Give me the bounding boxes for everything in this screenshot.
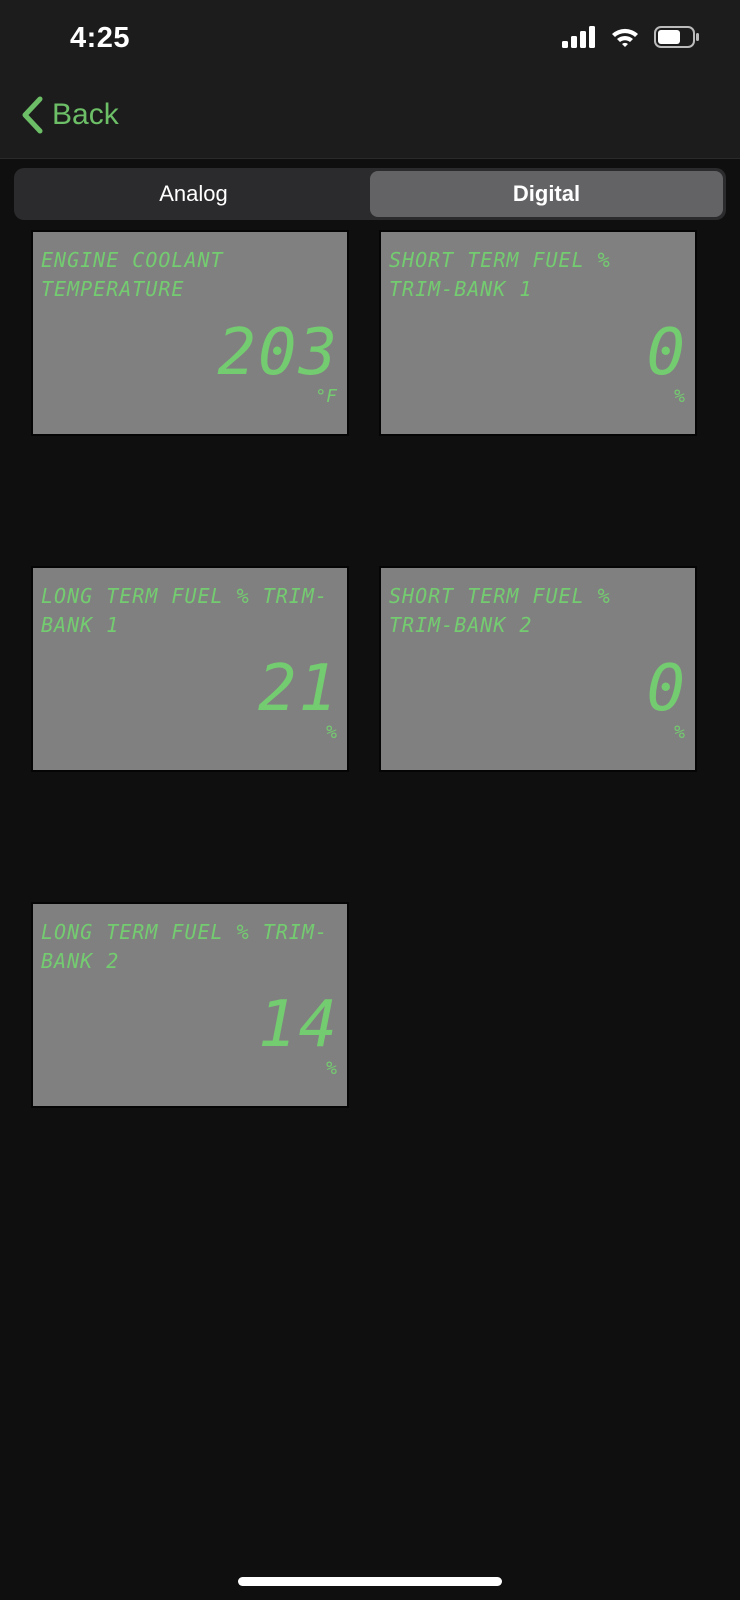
gauge-unit: % <box>674 722 685 743</box>
back-button[interactable]: Back <box>20 96 119 134</box>
gauge-value: 0 <box>646 316 687 390</box>
gauge-unit: % <box>326 722 337 743</box>
gauge-label: SHORT TERM FUEL % TRIM-BANK 2 <box>389 584 611 637</box>
gauge-value: 0 <box>646 652 687 726</box>
gauge-tile-stft-bank1[interactable]: SHORT TERM FUEL % TRIM-BANK 1 0 % <box>379 230 697 436</box>
gauge-label: ENGINE COOLANT TEMPERATURE <box>41 248 224 301</box>
home-indicator[interactable] <box>238 1577 502 1586</box>
gauge-tile-coolant-temp[interactable]: ENGINE COOLANT TEMPERATURE 203 °F <box>31 230 349 436</box>
signal-icon <box>562 26 595 48</box>
wifi-icon <box>612 28 638 47</box>
gauge-unit: °F <box>315 386 337 407</box>
segment-analog[interactable]: Analog <box>17 171 370 217</box>
gauge-tile-ltft-bank1[interactable]: LONG TERM FUEL % TRIM-BANK 1 21 % <box>31 566 349 772</box>
gauge-value: 21 <box>257 652 339 726</box>
gauge-tile-ltft-bank2[interactable]: LONG TERM FUEL % TRIM-BANK 2 14 % <box>31 902 349 1108</box>
gauge-label: LONG TERM FUEL % TRIM-BANK 1 <box>41 584 328 637</box>
view-mode-segmented-control: Analog Digital <box>14 168 726 220</box>
gauge-unit: % <box>326 1058 337 1079</box>
battery-icon <box>654 26 699 48</box>
gauge-value: 203 <box>217 316 339 390</box>
gauge-unit: % <box>674 386 685 407</box>
gauge-value: 14 <box>257 988 339 1062</box>
screen: 4:25 Back Analog Digital ENGINE COOLANT … <box>0 0 740 1600</box>
gauge-label: LONG TERM FUEL % TRIM-BANK 2 <box>41 920 328 973</box>
gauge-label: SHORT TERM FUEL % TRIM-BANK 1 <box>389 248 611 301</box>
segment-digital[interactable]: Digital <box>370 171 723 217</box>
gauge-tile-stft-bank2[interactable]: SHORT TERM FUEL % TRIM-BANK 2 0 % <box>379 566 697 772</box>
chevron-left-icon <box>22 96 43 134</box>
back-label: Back <box>52 98 119 131</box>
status-time: 4:25 <box>70 22 131 54</box>
status-icons <box>562 26 700 48</box>
header: 4:25 Back <box>0 0 740 159</box>
